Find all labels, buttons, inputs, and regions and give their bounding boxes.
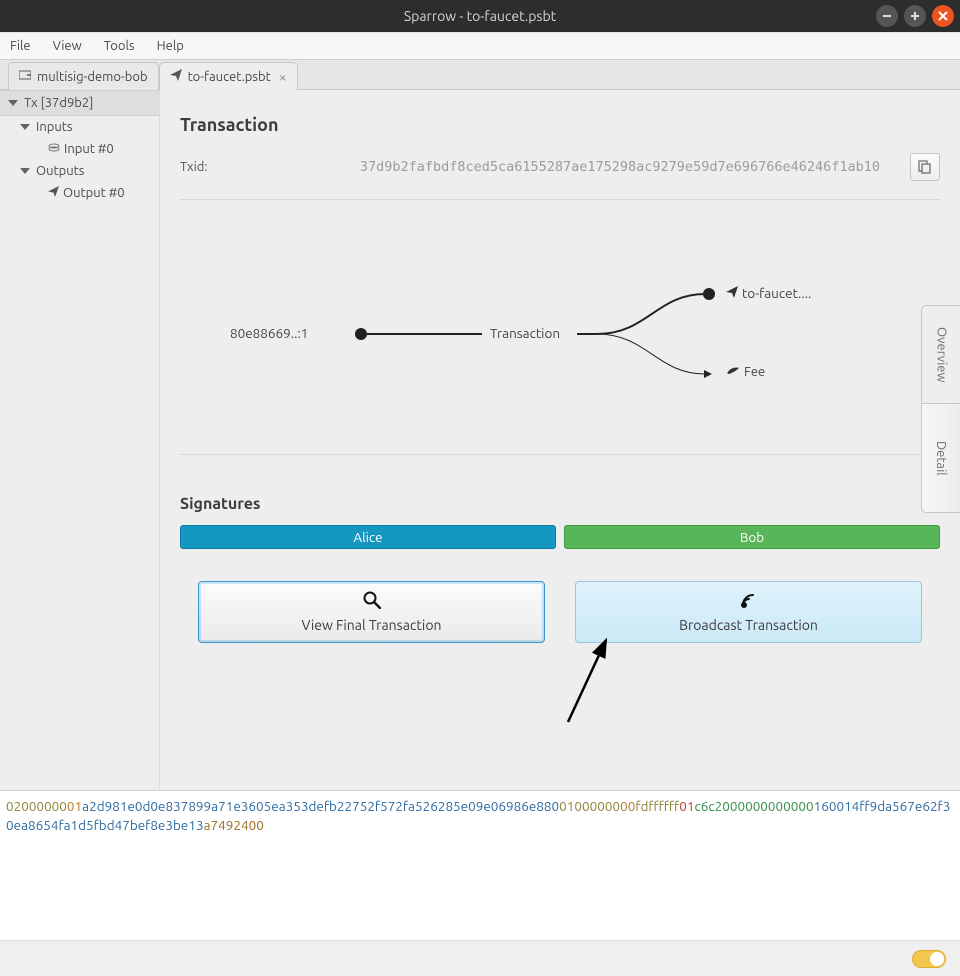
window-titlebar: Sparrow - to-faucet.psbt [0, 0, 960, 32]
menu-file[interactable]: File [10, 39, 31, 53]
side-tab-overview[interactable]: Overview [921, 305, 960, 403]
diagram-output1-label: to-faucet.... [742, 285, 811, 301]
view-final-label: View Final Transaction [301, 617, 441, 633]
broadcast-icon [739, 591, 759, 613]
diagram-output1-dot [703, 288, 715, 300]
diagram-output2-label: Fee [744, 365, 765, 379]
signature-bob-label: Bob [740, 529, 764, 545]
hex-seg-amount: c6c2000000000000 [694, 798, 813, 814]
fee-icon [726, 365, 740, 379]
copy-txid-button[interactable] [910, 153, 940, 181]
wallet-icon [19, 70, 31, 83]
hex-seg-vout: 01000000 [559, 798, 620, 814]
send-icon [48, 186, 59, 200]
tree-tx-header[interactable]: Tx [37d9b2] [0, 90, 159, 116]
tree-tx-label: Tx [37d9b2] [24, 96, 93, 110]
diagram-line-in [367, 333, 482, 335]
signature-alice[interactable]: Alice [180, 525, 556, 549]
separator [180, 199, 940, 200]
signature-bob[interactable]: Bob [564, 525, 940, 549]
diagram-input-dot [355, 328, 367, 340]
send-icon [170, 69, 182, 84]
coins-icon [48, 143, 60, 156]
tab-wallet[interactable]: multisig-demo-bob [8, 62, 159, 90]
side-tab-detail[interactable]: Detail [921, 403, 960, 513]
annotation-arrow [560, 630, 620, 730]
side-tab-detail-label: Detail [934, 441, 948, 476]
detail-side-tabs: Overview Detail [921, 305, 960, 513]
tree-output-0[interactable]: Output #0 [0, 182, 159, 204]
tree-output0-label: Output #0 [63, 186, 125, 200]
hex-seg-locktime: a7492400 [204, 817, 264, 833]
window-maximize-button[interactable] [904, 5, 926, 27]
diagram-center-label: Transaction [490, 325, 560, 341]
tab-close-icon[interactable]: × [279, 69, 287, 85]
menu-help[interactable]: Help [157, 39, 184, 53]
hex-seg-incount: 01 [67, 798, 82, 814]
txid-row: Txid: 37d9b2fafbdf8ced5ca6155287ae175298… [180, 153, 940, 181]
hex-seg-scriptsiglen: 00 [620, 798, 635, 814]
broadcast-transaction-button[interactable]: Broadcast Transaction [575, 581, 922, 643]
broadcast-label: Broadcast Transaction [679, 617, 818, 633]
send-icon [726, 285, 738, 301]
window-close-button[interactable] [932, 5, 954, 27]
hex-seg-txid: a2d981e0d0e837899a71e3605ea353defb22752f… [82, 798, 559, 814]
signature-alice-label: Alice [353, 529, 382, 545]
main-panel: Transaction Txid: 37d9b2fafbdf8ced5ca615… [160, 90, 960, 790]
diagram-fee-arrow-icon [704, 370, 714, 380]
tab-psbt[interactable]: to-faucet.psbt × [159, 62, 298, 90]
menu-bar: File View Tools Help [0, 32, 960, 60]
diagram-curve-svg [597, 290, 717, 382]
tab-psbt-label: to-faucet.psbt [188, 70, 271, 84]
tab-strip: multisig-demo-bob to-faucet.psbt × [0, 60, 960, 90]
hex-seg-outcount: 01 [679, 798, 694, 814]
sidebar-tree: Tx [37d9b2] Inputs Input #0 Outputs Outp… [0, 90, 160, 790]
menu-view[interactable]: View [53, 39, 82, 53]
copy-icon [918, 160, 932, 174]
side-tab-overview-label: Overview [935, 327, 949, 383]
window-title: Sparrow - to-faucet.psbt [0, 8, 960, 24]
diagram-output2-row: Fee [726, 365, 765, 379]
hex-seg-sequence: fdffffff [635, 798, 679, 814]
tree-input0-label: Input #0 [64, 142, 114, 156]
tree-input-0[interactable]: Input #0 [0, 138, 159, 160]
tab-wallet-label: multisig-demo-bob [37, 70, 148, 84]
transaction-diagram: 80e88669..:1 Transaction to-faucet.... F… [180, 218, 940, 448]
view-final-transaction-button[interactable]: View Final Transaction [198, 581, 545, 643]
separator [180, 454, 940, 455]
tree-outputs-label: Outputs [36, 164, 84, 178]
diagram-output1-row: to-faucet.... [726, 285, 811, 301]
tree-inputs[interactable]: Inputs [0, 116, 159, 138]
signatures-panel: Signatures Alice Bob View Final Transact… [180, 495, 940, 643]
diagram-input-label: 80e88669..:1 [230, 325, 308, 341]
txid-label: Txid: [180, 160, 208, 174]
diagram-line-out [577, 333, 597, 335]
hex-seg-version: 02000000 [6, 798, 67, 814]
window-minimize-button[interactable] [876, 5, 898, 27]
tree-inputs-label: Inputs [36, 120, 73, 134]
magnifier-icon [363, 591, 381, 613]
connection-toggle[interactable] [912, 950, 946, 968]
menu-tools[interactable]: Tools [104, 39, 135, 53]
txid-value: 37d9b2fafbdf8ced5ca6155287ae175298ac9279… [360, 159, 880, 175]
signatures-heading: Signatures [180, 495, 940, 513]
status-bar [0, 940, 960, 976]
hex-panel[interactable]: 0200000001a2d981e0d0e837899a71e3605ea353… [0, 790, 960, 940]
transaction-heading: Transaction [180, 115, 940, 135]
tree-outputs[interactable]: Outputs [0, 160, 159, 182]
